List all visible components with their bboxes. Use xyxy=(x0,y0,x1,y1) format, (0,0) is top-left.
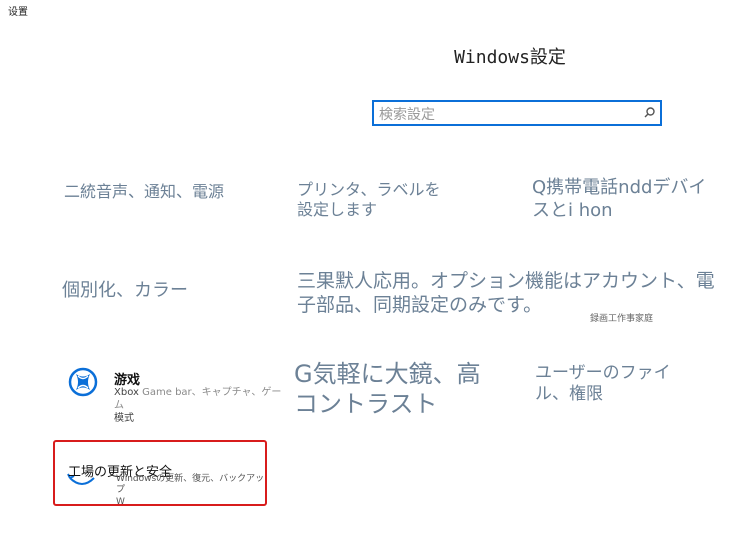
tile-gaming-desc: Xbox Game bar、キャプチャ、ゲーム 模式 xyxy=(114,386,284,425)
tile-gaming-desc-xbox: Xbox xyxy=(114,387,139,398)
tile-accounts-text: ユーザーのファイル、権限 xyxy=(535,363,671,405)
tile-devices[interactable]: プリンタ、ラベルを設定します xyxy=(297,180,487,230)
tile-accounts[interactable]: ユーザーのファイル、権限 xyxy=(535,363,715,413)
settings-window: 设置 Windows設定 二統音声、通知、電源 プリンタ、ラベルを設定します Q… xyxy=(0,0,755,538)
tile-gaming-desc-extra: Game bar、キャプチャ、ゲーム xyxy=(114,387,282,411)
window-title: 设置 xyxy=(8,7,28,18)
tile-apps[interactable]: 三果默人応用。オプション機能はアカウント、電子部品、同期設定のみです。 xyxy=(297,270,737,330)
tile-gaming-desc-mode: 模式 xyxy=(114,413,134,424)
tile-system-text: 二統音声、通知、電源 xyxy=(64,182,225,201)
tile-system[interactable]: 二統音声、通知、電源 xyxy=(64,182,274,232)
tile-devices-text: プリンタ、ラベルを設定します xyxy=(297,180,441,219)
xbox-icon xyxy=(68,367,98,397)
tile-phone-text: Q携帯電話nddデバイスとi hon xyxy=(532,177,707,221)
tile-ease-text: G気軽に大鏡、高コントラスト xyxy=(294,360,481,418)
search-box[interactable] xyxy=(372,100,662,126)
page-title: Windows設定 xyxy=(454,47,566,68)
tile-personalization[interactable]: 個別化、カラー xyxy=(62,280,262,310)
tile-personalization-text: 個別化、カラー xyxy=(62,280,188,301)
tile-phone[interactable]: Q携帯電話nddデバイスとi hon xyxy=(532,177,732,237)
tile-apps-text: 三果默人応用。オプション機能はアカウント、電子部品、同期設定のみです。 xyxy=(297,270,715,316)
update-desc-extra: W xyxy=(116,496,125,507)
search-icon[interactable] xyxy=(642,106,656,120)
tile-ease[interactable]: G気軽に大鏡、高コントラスト xyxy=(294,359,514,419)
search-input[interactable] xyxy=(377,105,641,125)
family-label: 録画工作事家庭 xyxy=(590,314,654,324)
update-desc-text: Windowsの更新、復元、バックアップ xyxy=(116,474,265,496)
update-desc: Windowsの更新、復元、バックアップ W xyxy=(116,474,266,508)
